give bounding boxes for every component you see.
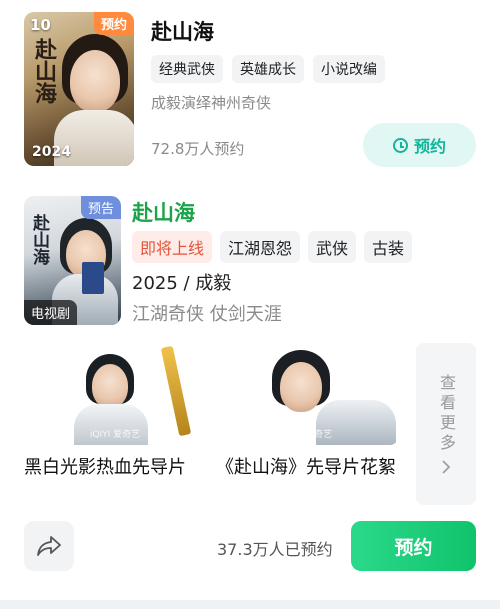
tag-list: 即将上线 江湖恩怨 武侠 古装	[132, 231, 413, 263]
show-title[interactable]: 赴山海	[132, 197, 195, 227]
trailer-thumbnail[interactable]: iQIYI 爱奇艺	[24, 342, 206, 445]
tag[interactable]: 英雄成长	[232, 55, 304, 83]
poster-year: 2024	[32, 144, 71, 160]
trailer-badge: 预告	[80, 196, 121, 219]
chevron-right-icon	[442, 460, 451, 474]
show-title[interactable]: 赴山海	[151, 16, 214, 46]
iqiyi-watermark: iQIYI 爱奇艺	[89, 430, 141, 440]
poster-book	[82, 262, 104, 294]
year-and-cast: 2025 / 成毅	[132, 273, 232, 294]
alarm-clock-icon	[392, 137, 408, 153]
thumb-figure-face	[92, 364, 128, 408]
reserve-button-label: 预约	[413, 137, 446, 156]
poster-calligraphy: 赴山海	[29, 214, 49, 265]
trailer-thumbnail[interactable]: iQIYI 爱奇艺	[216, 342, 398, 445]
reserve-button[interactable]: 预约	[351, 521, 476, 571]
view-more-label: 查看更多	[437, 374, 456, 454]
rank-number: 10	[30, 16, 51, 34]
poster-card2[interactable]: 赴山海 预告 电视剧	[24, 196, 121, 325]
thumb-golden-pillar	[160, 345, 192, 437]
poster-card1[interactable]: 赴山海 10 预约 2024	[24, 12, 134, 166]
reserve-count: 72.8万人预约	[151, 140, 245, 158]
poster-calligraphy: 赴山海	[31, 38, 57, 104]
iqiyi-watermark: iQIYI 爱奇艺	[281, 430, 333, 440]
tag[interactable]: 江湖恩怨	[220, 231, 301, 263]
reserve-button[interactable]: 预约	[363, 123, 476, 167]
tag[interactable]: 古装	[364, 231, 413, 263]
tag[interactable]: 经典武侠	[151, 55, 223, 83]
poster-art: 赴山海	[24, 12, 134, 166]
coming-soon-tag: 即将上线	[132, 231, 213, 263]
trailer-title[interactable]: 《赴山海》先导片花絮	[216, 456, 402, 480]
view-more-button[interactable]: 查看更多	[416, 343, 476, 505]
thumb-figure-face	[280, 362, 322, 412]
reserve-button-label: 预约	[394, 536, 433, 559]
bottom-divider	[0, 600, 500, 609]
share-button[interactable]	[24, 521, 74, 571]
reserve-count: 37.3万人已预约	[217, 540, 333, 559]
tag[interactable]: 小说改编	[313, 55, 385, 83]
poster-figure-face	[70, 50, 120, 112]
show-description: 江湖奇侠 仗剑天涯	[132, 304, 282, 325]
tag-list: 经典武侠 英雄成长 小说改编	[151, 55, 385, 83]
show-description: 成毅演绎神州奇侠	[151, 94, 272, 112]
tv-series-badge: 电视剧	[24, 300, 78, 325]
share-arrow-icon	[37, 536, 61, 556]
trailer-title[interactable]: 黑白光影热血先导片	[24, 456, 210, 480]
tag[interactable]: 武侠	[308, 231, 357, 263]
reserve-badge: 预约	[93, 12, 134, 35]
